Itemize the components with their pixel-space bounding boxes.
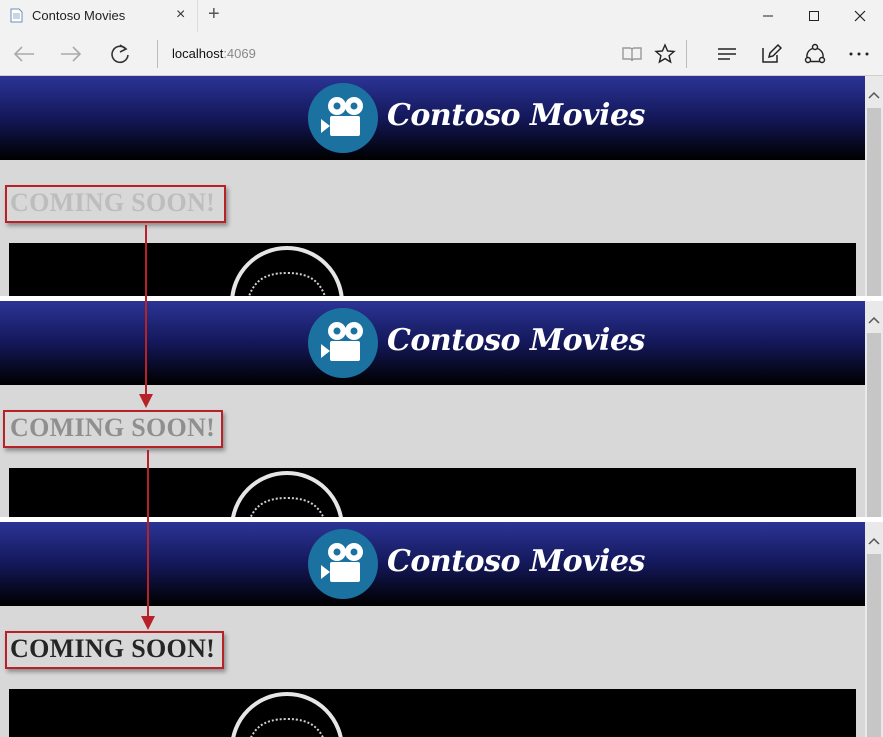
- address-separator: [157, 40, 158, 68]
- hub-icon: [718, 48, 736, 60]
- logo[interactable]: [308, 308, 378, 378]
- page-icon: [10, 8, 23, 23]
- poster-emblem: [231, 692, 343, 737]
- share-button[interactable]: [803, 42, 827, 66]
- hub-button[interactable]: [715, 42, 739, 66]
- movie-camera-icon: [321, 322, 363, 361]
- logo[interactable]: [308, 529, 378, 599]
- scroll-thumb[interactable]: [867, 333, 881, 517]
- minimize-button[interactable]: [745, 0, 791, 32]
- scroll-up-icon[interactable]: [868, 536, 880, 546]
- web-note-button[interactable]: [759, 42, 783, 66]
- poster-emblem: [230, 246, 344, 296]
- movie-poster: [9, 468, 856, 517]
- reading-view-button[interactable]: [620, 42, 644, 66]
- tab-bar: Contoso Movies × +: [0, 0, 883, 32]
- scroll-up-icon[interactable]: [868, 90, 880, 100]
- minimize-icon: [763, 15, 773, 17]
- scroll-thumb[interactable]: [867, 108, 881, 296]
- close-icon: [854, 10, 866, 22]
- coming-soon-heading: COMING SOON!: [10, 413, 216, 442]
- movie-camera-icon: [321, 97, 363, 136]
- share-icon: [804, 43, 826, 64]
- new-tab-button[interactable]: +: [208, 3, 220, 26]
- brand-title[interactable]: Contoso Movies: [387, 323, 645, 358]
- scroll-thumb[interactable]: [867, 554, 881, 737]
- tab-title: Contoso Movies: [32, 8, 126, 23]
- page-frame-2: Contoso Movies COMING SOON!: [0, 301, 883, 517]
- address-bar: localhost:4069: [0, 32, 883, 76]
- forward-button[interactable]: [59, 42, 83, 66]
- movie-poster: [9, 689, 856, 737]
- scrollbar[interactable]: [865, 76, 883, 296]
- brand-title[interactable]: Contoso Movies: [387, 98, 645, 133]
- browser-tab[interactable]: Contoso Movies ×: [0, 0, 198, 32]
- url-port: :4069: [223, 46, 256, 61]
- scrollbar[interactable]: [865, 301, 883, 517]
- toolbar-separator: [686, 40, 687, 68]
- url-field[interactable]: localhost:4069: [172, 46, 256, 61]
- refresh-button[interactable]: [108, 42, 132, 66]
- more-icon: [849, 52, 869, 56]
- page-frame-1: Contoso Movies COMING SOON!: [0, 76, 883, 296]
- site-header: Contoso Movies: [0, 76, 865, 160]
- poster-emblem: [231, 471, 343, 517]
- reading-view-icon: [622, 47, 642, 62]
- coming-soon-heading: COMING SOON!: [10, 634, 216, 663]
- back-arrow-icon: [13, 46, 34, 62]
- brand-title[interactable]: Contoso Movies: [387, 544, 645, 579]
- more-button[interactable]: [847, 42, 871, 66]
- back-button[interactable]: [12, 42, 36, 66]
- coming-soon-heading: COMING SOON!: [10, 188, 216, 217]
- close-window-button[interactable]: [837, 0, 883, 32]
- forward-arrow-icon: [61, 46, 82, 62]
- star-icon: [654, 43, 676, 64]
- site-header: Contoso Movies: [0, 522, 865, 606]
- movie-camera-icon: [321, 543, 363, 582]
- page-frame-3: Contoso Movies COMING SOON!: [0, 522, 883, 737]
- refresh-icon: [111, 44, 129, 64]
- scroll-up-icon[interactable]: [868, 315, 880, 325]
- maximize-button[interactable]: [791, 0, 837, 32]
- maximize-icon: [809, 11, 819, 21]
- logo[interactable]: [308, 83, 378, 153]
- favorite-button[interactable]: [653, 42, 677, 66]
- web-note-icon: [762, 43, 782, 63]
- scrollbar[interactable]: [865, 522, 883, 737]
- movie-poster: [9, 243, 856, 296]
- url-host: localhost: [172, 46, 224, 61]
- site-header: Contoso Movies: [0, 301, 865, 385]
- tab-close-icon[interactable]: ×: [176, 6, 185, 24]
